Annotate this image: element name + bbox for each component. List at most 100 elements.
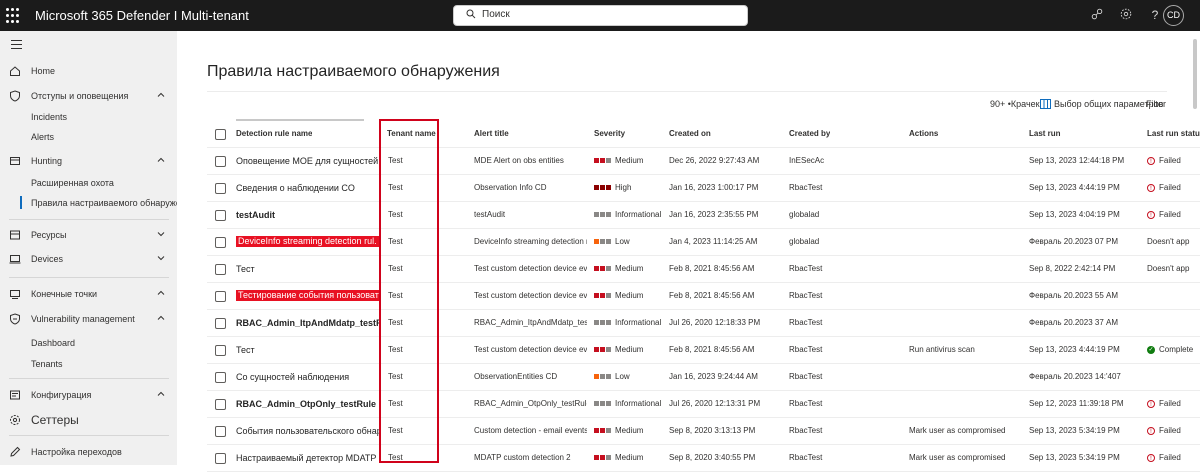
help-icon[interactable]: ?: [1147, 7, 1163, 23]
nav-hunting[interactable]: Hunting: [0, 152, 177, 172]
rule-name-link[interactable]: testAudit: [236, 210, 379, 220]
rule-name-link[interactable]: RBAC_Admin_OtpOnly_testRule: [236, 399, 379, 409]
chevron-up-icon[interactable]: [157, 314, 165, 322]
app-launcher-icon[interactable]: [6, 8, 22, 24]
column-header[interactable]: Severity: [594, 129, 625, 138]
alert-title: RBAC_Admin_ItpAndMdatp_test...: [474, 318, 587, 327]
nav-assets[interactable]: Ресурсы: [0, 226, 177, 246]
rule-name-link[interactable]: Настраиваемый детектор MDATP 2: [236, 453, 379, 463]
chevron-up-icon[interactable]: [157, 289, 165, 297]
row-checkbox[interactable]: [215, 264, 226, 275]
last-run-status: Doesn't app: [1147, 264, 1200, 273]
rule-name-link[interactable]: Сведения о наблюдении CO: [236, 183, 379, 193]
nav-sub-custom-detection-rules[interactable]: Правила настраиваемого обнаружения: [20, 196, 196, 209]
nav-customize-navigation[interactable]: Настройка переходов: [0, 443, 177, 463]
severity-bar: [594, 428, 599, 434]
last-run: Sep 8, 2022 2:42:14 PM: [1029, 264, 1116, 273]
row-checkbox[interactable]: [215, 399, 226, 410]
nav-sub-incidents[interactable]: Incidents: [31, 112, 67, 122]
error-icon: !: [1147, 453, 1155, 462]
column-header[interactable]: Tenant name: [387, 129, 436, 138]
chevron-down-icon[interactable]: [157, 230, 165, 238]
row-checkbox[interactable]: [215, 372, 226, 383]
table-row[interactable]: События пользовательского обнаружения Tes…: [207, 418, 1200, 445]
table-row[interactable]: Тестирование события пользователь Test Tes…: [207, 283, 1200, 310]
nav-configuration[interactable]: Конфигурация: [0, 386, 177, 406]
nav-sub-alerts[interactable]: Alerts: [31, 132, 54, 142]
severity-label: Medium: [615, 453, 644, 463]
created-by: InESecAc: [789, 156, 825, 165]
endpoints-icon: [10, 290, 20, 299]
last-run: Февраль 20.2023 37 AM: [1029, 318, 1118, 327]
column-header[interactable]: Last run status: [1147, 129, 1200, 138]
share-link-icon[interactable]: [1089, 7, 1105, 23]
chevron-up-icon[interactable]: [157, 156, 165, 164]
nav-devices[interactable]: Devices: [0, 250, 177, 270]
row-checkbox[interactable]: [215, 345, 226, 356]
rule-name-link[interactable]: Тестирование события пользователь: [236, 290, 379, 301]
configuration-icon: [10, 390, 20, 400]
table-row[interactable]: RBAC_Admin_OtpOnly_testRule Test RBAC_Admi…: [207, 391, 1200, 418]
select-all-checkbox[interactable]: [215, 129, 226, 140]
chevron-up-icon[interactable]: [157, 91, 165, 99]
row-checkbox[interactable]: [215, 291, 226, 302]
table-row[interactable]: testAudit Test testAudit Informational Jan 1…: [207, 202, 1200, 229]
table-row[interactable]: Настраиваемый детектор MDATP 2 Test MDATP …: [207, 445, 1200, 472]
filter-button[interactable]: Filter: [1146, 99, 1166, 109]
rule-name-link[interactable]: Со сущностей наблюдения: [236, 372, 379, 382]
table-row[interactable]: Сведения о наблюдении CO Test Observation …: [207, 175, 1200, 202]
column-header[interactable]: Detection rule name: [236, 129, 312, 138]
chevron-up-icon[interactable]: [157, 390, 165, 398]
table-row[interactable]: Оповещение MOE для сущностей obs Test MDE …: [207, 148, 1200, 175]
columns-icon[interactable]: [1040, 99, 1051, 109]
table-row[interactable]: Со сущностей наблюдения Test ObservationEn…: [207, 364, 1200, 391]
table-row[interactable]: Тест Test Test custom detection device ev.…: [207, 337, 1200, 364]
search-input[interactable]: Поиск: [453, 5, 748, 26]
created-on: Sep 8, 2020 3:40:55 PM: [669, 453, 756, 462]
chevron-down-icon[interactable]: [157, 254, 165, 262]
nav-endpoints[interactable]: Конечные точки: [0, 285, 177, 305]
rule-name-link[interactable]: Тест: [236, 345, 379, 355]
vertical-scrollbar[interactable]: [1193, 39, 1197, 109]
row-checkbox[interactable]: [215, 453, 226, 464]
row-checkbox[interactable]: [215, 183, 226, 194]
column-header[interactable]: Alert title: [474, 129, 509, 138]
severity-bar: [600, 158, 605, 164]
created-by: RbacTest: [789, 399, 823, 408]
rule-name-link[interactable]: События пользовательского обнаружения: [236, 426, 379, 436]
nav-sub-tenants[interactable]: Tenants: [31, 359, 63, 369]
row-checkbox[interactable]: [215, 318, 226, 329]
nav-settings[interactable]: Сеттеры: [0, 411, 177, 431]
nav-vulnerability-management[interactable]: Vulnerability management: [0, 310, 177, 330]
rule-name-link[interactable]: DeviceInfo streaming detection rul.: [236, 236, 379, 247]
nav-sub-dashboard[interactable]: Dashboard: [31, 338, 75, 348]
row-checkbox[interactable]: [215, 156, 226, 167]
avatar[interactable]: CD: [1163, 5, 1184, 26]
table-row[interactable]: RBAC_Admin_ItpAndMdatp_testRul Test RBAC_A…: [207, 310, 1200, 337]
alert-title: Observation Info CD: [474, 183, 547, 192]
table-row[interactable]: DeviceInfo streaming detection rul. Test D…: [207, 229, 1200, 256]
rule-name-link[interactable]: RBAC_Admin_ItpAndMdatp_testRul: [236, 318, 379, 328]
severity-label: High: [615, 183, 632, 193]
severity-bar: [606, 401, 611, 407]
hamburger-menu-icon[interactable]: [11, 40, 22, 52]
column-header[interactable]: Actions: [909, 129, 938, 138]
tenant-name: Test: [388, 156, 403, 165]
alert-title: testAudit: [474, 210, 506, 219]
last-run-status: ! Failed: [1147, 426, 1200, 435]
column-header[interactable]: Created by: [789, 129, 830, 138]
column-header[interactable]: Last run: [1029, 129, 1061, 138]
nav-label: Ресурсы: [31, 230, 67, 240]
created-by: RbacTest: [789, 426, 823, 435]
nav-incidents-alerts[interactable]: Отступы и оповещения: [0, 87, 177, 107]
row-checkbox[interactable]: [215, 237, 226, 248]
row-checkbox[interactable]: [215, 426, 226, 437]
gear-icon[interactable]: [1118, 7, 1134, 23]
nav-home[interactable]: Home: [0, 62, 177, 82]
row-checkbox[interactable]: [215, 210, 226, 221]
nav-sub-advanced-hunting[interactable]: Расширенная охота: [31, 178, 114, 188]
column-header[interactable]: Created on: [669, 129, 711, 138]
rule-name-link[interactable]: Оповещение MOE для сущностей obs: [236, 156, 379, 166]
rule-name-link[interactable]: Тест: [236, 264, 379, 274]
table-row[interactable]: Тест Test Test custom detection device ev.…: [207, 256, 1200, 283]
